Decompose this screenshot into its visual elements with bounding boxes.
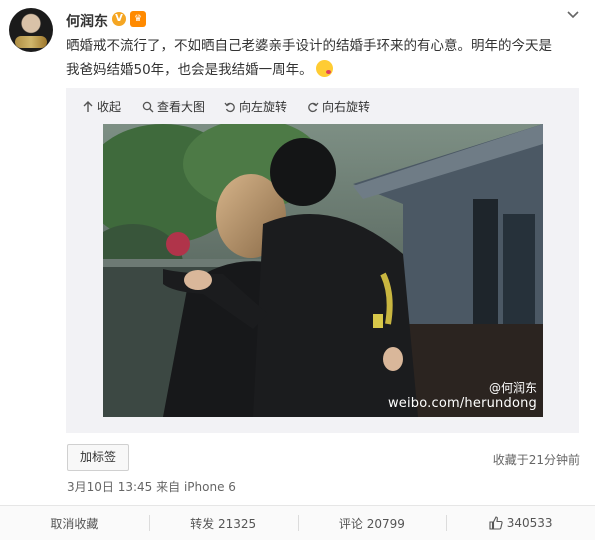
repost-button[interactable]: 转发 21325	[148, 506, 298, 540]
post-text-line1: 晒婚戒不流行了，不如晒自己老婆亲手设计的结婚手环来的有心意。明年的今天是	[66, 38, 552, 54]
post-date[interactable]: 3月10日 13:45	[67, 480, 152, 494]
thumbs-up-icon	[489, 516, 503, 530]
chevron-down-icon[interactable]	[565, 6, 581, 22]
vip-badge[interactable]: ♛	[130, 11, 146, 27]
rotate-left-label: 向左旋转	[239, 100, 288, 114]
rotate-left-icon	[224, 102, 235, 112]
verified-badge[interactable]: V	[112, 12, 126, 26]
favorited-time: 收藏于21分钟前	[492, 453, 580, 467]
couple-photo-illustration	[103, 124, 543, 417]
like-button[interactable]: 340533	[446, 506, 595, 540]
collapse-button[interactable]: 收起	[82, 98, 121, 115]
action-bar: 取消收藏 转发 21325 评论 20799 340533	[0, 505, 595, 540]
add-tag-button[interactable]: 加标签	[67, 444, 129, 471]
rotate-right-label: 向右旋转	[322, 100, 371, 114]
avatar-accent	[15, 36, 47, 48]
rotate-left-button[interactable]: 向左旋转	[224, 98, 287, 115]
collapse-label: 收起	[97, 100, 122, 114]
rotate-right-button[interactable]: 向右旋转	[307, 98, 370, 115]
username[interactable]: 何润东	[66, 11, 108, 31]
post-meta: 3月10日 13:45 来自 iPhone 6	[67, 478, 236, 495]
repost-label: 转发 21325	[190, 516, 257, 531]
arrow-up-icon	[83, 100, 93, 112]
photo-watermark: @何润东 weibo.com/herundong	[388, 379, 537, 411]
kiss-emoji-icon	[315, 60, 333, 77]
post-text: 晒婚戒不流行了，不如晒自己老婆亲手设计的结婚手环来的有心意。明年的今天是 我爸妈…	[66, 34, 571, 82]
cancel-favorite-label: 取消收藏	[50, 516, 99, 531]
watermark-url: weibo.com/herundong	[387, 396, 537, 411]
view-large-button[interactable]: 查看大图	[142, 98, 205, 115]
comment-button[interactable]: 评论 20799	[297, 506, 447, 540]
like-count: 340533	[506, 516, 553, 530]
view-large-label: 查看大图	[157, 100, 206, 114]
post-text-line2: 我爸妈结婚50年，也会是我结婚一周年。	[66, 62, 313, 78]
watermark-handle: @何润东	[488, 381, 537, 395]
avatar[interactable]	[9, 8, 53, 52]
search-icon	[142, 101, 154, 112]
post-photo[interactable]: @何润东 weibo.com/herundong	[103, 124, 543, 417]
post-source[interactable]: 来自 iPhone 6	[156, 480, 236, 494]
rotate-right-icon	[308, 102, 319, 112]
comment-label: 评论 20799	[338, 516, 405, 531]
media-box: 收起 查看大图 向左旋转 向右旋转 @何润东 weibo.com/herundo…	[66, 88, 579, 433]
cancel-favorite-button[interactable]: 取消收藏	[0, 506, 149, 540]
